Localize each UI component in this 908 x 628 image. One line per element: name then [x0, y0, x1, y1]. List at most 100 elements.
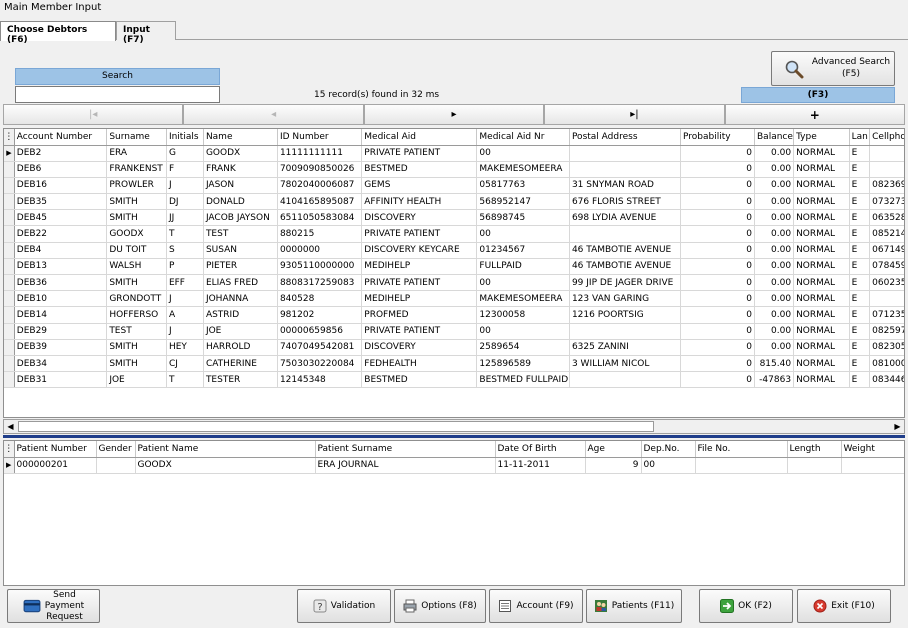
cell-type[interactable]: NORMAL: [793, 225, 850, 243]
cell-cellphone[interactable]: 0825974553: [869, 323, 904, 340]
cell-balance[interactable]: 0.00: [754, 306, 795, 324]
column-header-cellphone[interactable]: Cellphone: [869, 129, 904, 146]
cell-medical-aid-nr[interactable]: 00: [476, 225, 570, 243]
column-header-length[interactable]: Length: [787, 441, 842, 458]
cell-id-number[interactable]: 6511050583084: [277, 209, 363, 227]
row-indicator[interactable]: [4, 242, 15, 259]
validation-button[interactable]: ? Validation: [297, 589, 391, 623]
cell-probability[interactable]: 0: [680, 290, 756, 308]
cell-initials[interactable]: T: [166, 225, 204, 243]
cell-type[interactable]: NORMAL: [793, 290, 850, 308]
cell-lan[interactable]: E: [849, 339, 871, 356]
cell-medical-aid[interactable]: DISCOVERY: [361, 339, 478, 356]
table-row[interactable]: DEB31 JOE T TESTER 12145348 BESTMED BESTMED FU…: [4, 371, 904, 389]
cell-name[interactable]: TEST: [203, 225, 278, 243]
cell-probability[interactable]: 0: [680, 161, 756, 178]
cell-postal-address[interactable]: 1216 POORTSIG: [569, 306, 681, 324]
cell-surname[interactable]: SMITH: [106, 209, 167, 227]
cell-id-number[interactable]: 7407049542081: [277, 339, 363, 356]
cell-postal-address[interactable]: [569, 145, 681, 162]
row-indicator[interactable]: [4, 323, 15, 340]
cell-name[interactable]: TESTER: [203, 371, 278, 389]
cell-postal-address[interactable]: 99 JIP DE JAGER DRIVE: [569, 274, 681, 292]
cell-probability[interactable]: 0: [680, 274, 756, 292]
cell-cellphone[interactable]: 0823059543: [869, 339, 904, 356]
row-indicator[interactable]: [4, 306, 15, 324]
cell-postal-address[interactable]: [569, 225, 681, 243]
cell-cellphone[interactable]: 0732735426: [869, 193, 904, 211]
cell-medical-aid[interactable]: DISCOVERY KEYCARE: [361, 242, 478, 259]
cell-cellphone[interactable]: 0823697825: [869, 177, 904, 195]
grid-splitter[interactable]: [3, 435, 905, 438]
row-indicator[interactable]: [4, 355, 15, 373]
cell-balance[interactable]: 0.00: [754, 161, 795, 178]
cell-medical-aid-nr[interactable]: 01234567: [476, 242, 570, 259]
cell-patient-name[interactable]: GOODX: [135, 457, 316, 474]
cell-account-number[interactable]: DEB16: [14, 177, 108, 195]
cell-name[interactable]: SUSAN: [203, 242, 278, 259]
cell-surname[interactable]: WALSH: [106, 258, 167, 276]
cell-medical-aid[interactable]: PRIVATE PATIENT: [361, 145, 478, 162]
cell-lan[interactable]: E: [849, 371, 871, 389]
table-row[interactable]: DEB45 SMITH JJ JACOB JAYSON 6511050583084 DIS…: [4, 209, 904, 227]
row-pointer-icon[interactable]: ▶: [4, 457, 15, 474]
cell-type[interactable]: NORMAL: [793, 274, 850, 292]
cell-initials[interactable]: HEY: [166, 339, 204, 356]
cell-probability[interactable]: 0: [680, 242, 756, 259]
cell-type[interactable]: NORMAL: [793, 306, 850, 324]
cell-cellphone[interactable]: 0635289636: [869, 209, 904, 227]
cell-probability[interactable]: 0: [680, 306, 756, 324]
prior-record-button[interactable]: ◂: [183, 104, 364, 125]
cell-medical-aid-nr[interactable]: 00: [476, 145, 570, 162]
cell-account-number[interactable]: DEB4: [14, 242, 108, 259]
table-row[interactable]: DEB36 SMITH EFF ELIAS FRED 8808317259083 PRIV…: [4, 274, 904, 292]
cell-account-number[interactable]: DEB6: [14, 161, 108, 178]
cell-medical-aid-nr[interactable]: 56898745: [476, 209, 570, 227]
row-indicator[interactable]: [4, 274, 15, 292]
cell-surname[interactable]: FRANKENST: [106, 161, 167, 178]
next-record-button[interactable]: ▸: [363, 104, 545, 125]
cell-medical-aid-nr[interactable]: BESTMED FULLPAID: [476, 371, 570, 389]
cell-id-number[interactable]: 7503030220084: [277, 355, 363, 373]
column-header-account-number[interactable]: Account Number: [14, 129, 108, 146]
column-header-file-no[interactable]: File No.: [695, 441, 788, 458]
cell-postal-address[interactable]: 676 FLORIS STREET: [569, 193, 681, 211]
cell-medical-aid-nr[interactable]: 00: [476, 323, 570, 340]
cell-balance[interactable]: 0.00: [754, 339, 795, 356]
table-row[interactable]: DEB35 SMITH DJ DONALD 4104165895087 AFFINITY …: [4, 193, 904, 211]
cell-cellphone[interactable]: 0834469557: [869, 371, 904, 389]
cell-initials[interactable]: J: [166, 177, 204, 195]
column-header-id-number[interactable]: ID Number: [277, 129, 363, 146]
cell-dep-no[interactable]: 00: [641, 457, 696, 474]
cell-medical-aid[interactable]: PRIVATE PATIENT: [361, 323, 478, 340]
f3-label[interactable]: (F3): [741, 87, 895, 103]
cell-lan[interactable]: E: [849, 209, 871, 227]
tab-choose-debtors[interactable]: Choose Debtors (F6): [0, 21, 116, 45]
send-payment-request-button[interactable]: Send Payment Request: [7, 589, 100, 623]
column-header-balance[interactable]: Balance: [754, 129, 795, 146]
column-header-medical-aid[interactable]: Medical Aid: [361, 129, 478, 146]
cell-surname[interactable]: HOFFERSO: [106, 306, 167, 324]
patients-grid[interactable]: ⋮ Patient Number Gender Patient Name Patient…: [3, 440, 905, 586]
cell-cellphone[interactable]: [869, 145, 904, 162]
cell-balance[interactable]: 0.00: [754, 323, 795, 340]
cell-medical-aid[interactable]: FEDHEALTH: [361, 355, 478, 373]
cell-initials[interactable]: T: [166, 371, 204, 389]
cell-surname[interactable]: SMITH: [106, 355, 167, 373]
cell-lan[interactable]: E: [849, 193, 871, 211]
cell-initials[interactable]: JJ: [166, 209, 204, 227]
cell-surname[interactable]: JOE: [106, 371, 167, 389]
column-header-surname[interactable]: Surname: [106, 129, 167, 146]
cell-name[interactable]: DONALD: [203, 193, 278, 211]
account-button[interactable]: Account (F9): [489, 589, 583, 623]
patient-grid-options-icon[interactable]: ⋮: [4, 441, 15, 458]
cell-surname[interactable]: DU TOIT: [106, 242, 167, 259]
cell-balance[interactable]: 0.00: [754, 145, 795, 162]
column-header-patient-name[interactable]: Patient Name: [135, 441, 316, 458]
cell-account-number[interactable]: DEB34: [14, 355, 108, 373]
last-record-button[interactable]: ▸|: [544, 104, 725, 125]
cell-medical-aid-nr[interactable]: 00: [476, 274, 570, 292]
cell-name[interactable]: FRANK: [203, 161, 278, 178]
cell-medical-aid-nr[interactable]: 568952147: [476, 193, 570, 211]
cell-probability[interactable]: 0: [680, 355, 756, 373]
